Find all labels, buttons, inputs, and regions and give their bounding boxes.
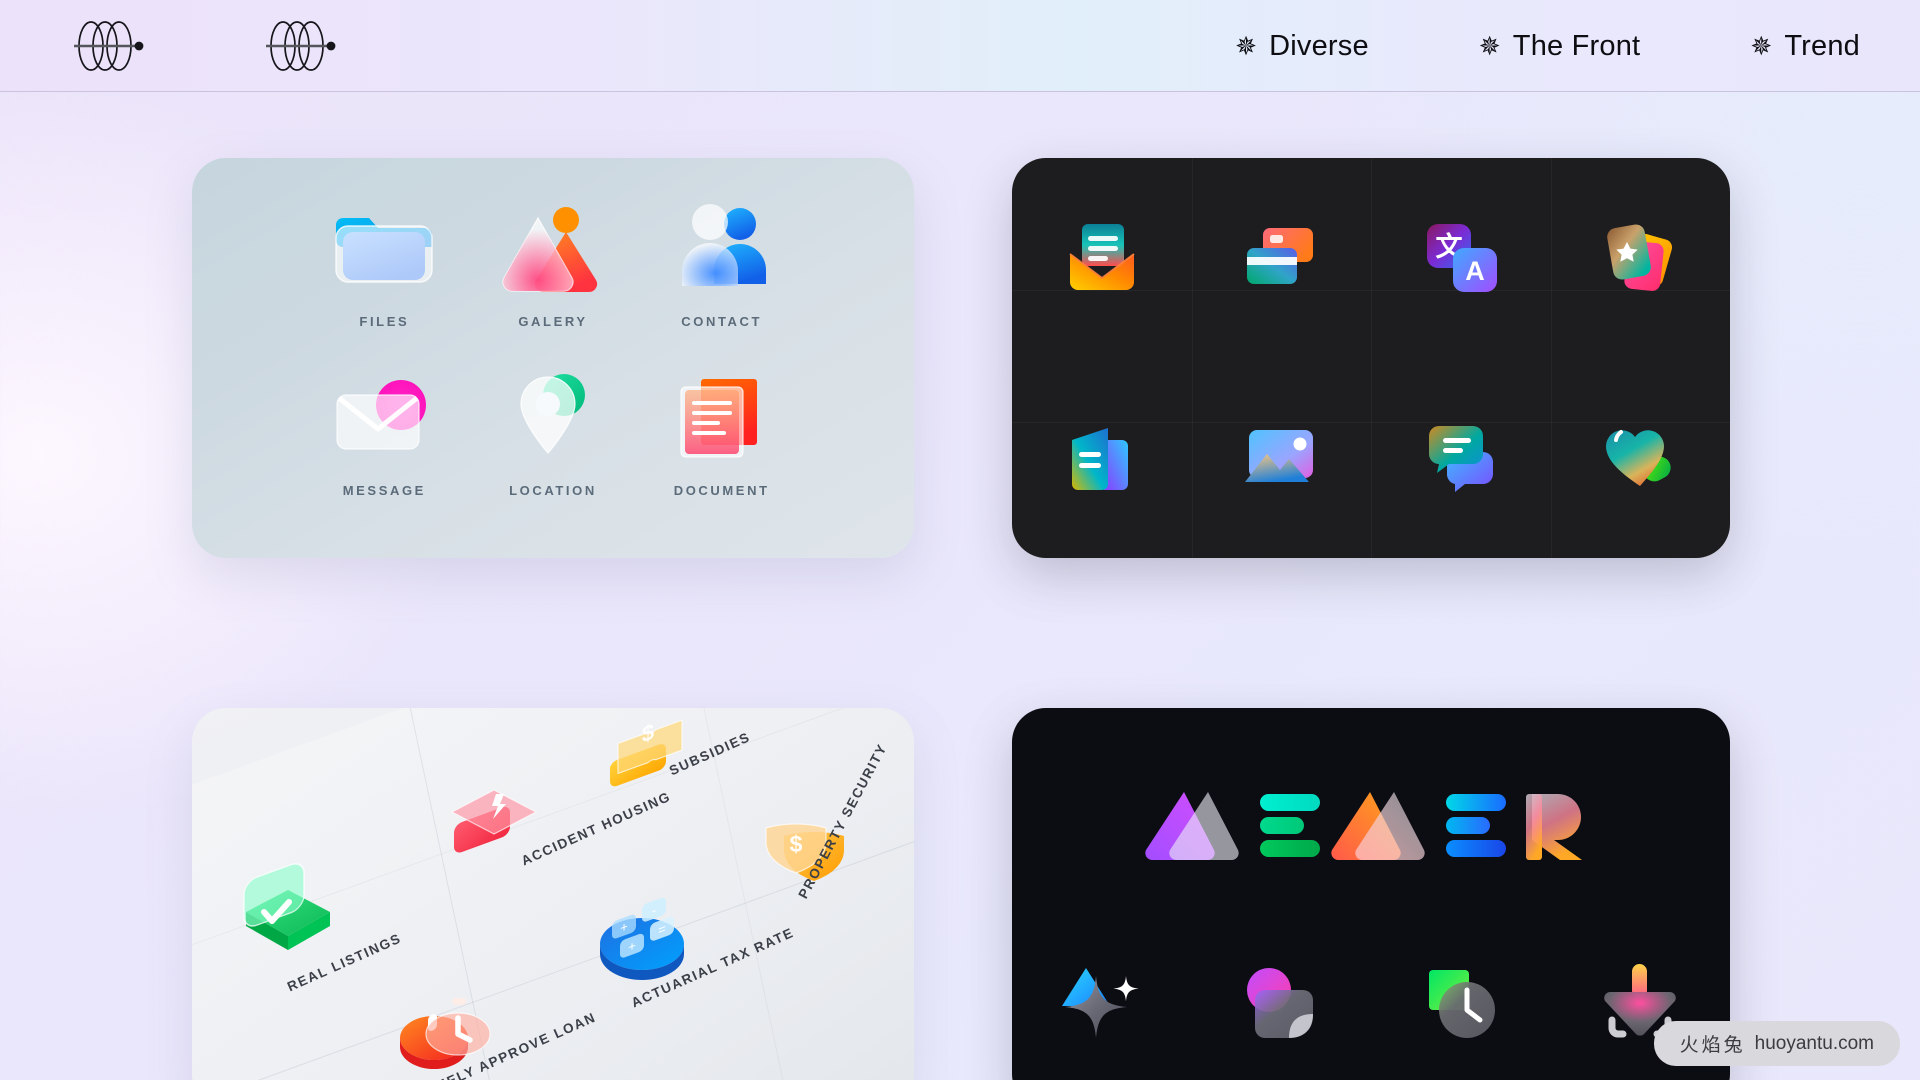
watermark-site: huoyantu.com — [1754, 1032, 1874, 1054]
coil-logo-secondary[interactable] — [252, 16, 344, 76]
icon-tile-chat[interactable] — [1406, 403, 1516, 513]
mail-open-icon — [1058, 214, 1146, 302]
location-icon — [494, 361, 612, 469]
wordmark-letter-a1 — [1145, 792, 1239, 860]
icon-tile-news[interactable] — [1047, 403, 1157, 513]
icon-tile-cards[interactable] — [1226, 203, 1336, 313]
nav-item-trend[interactable]: ✵ Trend — [1750, 30, 1860, 63]
svg-text:+: + — [628, 938, 636, 955]
content-board: FILES GALERY CONTACT MESSAGE LOCATION DO… — [0, 92, 1920, 1080]
gallery-icon — [494, 192, 612, 300]
six-point-star-icon: ✵ — [1750, 31, 1773, 61]
wordmark-letter-a2 — [1331, 792, 1425, 860]
icon-tile-contact[interactable]: CONTACT — [637, 192, 806, 361]
svg-text:A: A — [1465, 256, 1485, 286]
icon-tile-sparkle[interactable] — [1047, 956, 1157, 1052]
icon-label: MESSAGE — [342, 483, 426, 498]
six-point-star-icon: ✵ — [1478, 31, 1501, 61]
svg-text:+: + — [620, 919, 628, 936]
icon-tile-clock-square[interactable] — [1406, 956, 1516, 1052]
svg-text:=: = — [658, 921, 666, 938]
nav-item-label: The Front — [1512, 29, 1641, 62]
icon-label: GALERY — [518, 314, 588, 329]
translate-icon: 文 A — [1417, 214, 1505, 302]
svg-text:$: $ — [642, 718, 655, 748]
icon-label: CONTACT — [681, 314, 763, 329]
chat-bubbles-icon — [1417, 414, 1505, 502]
image-picture-icon — [1237, 414, 1325, 502]
sparkle-star-icon — [1056, 962, 1148, 1046]
heart-icon — [1596, 414, 1684, 502]
light-icon-grid: FILES GALERY CONTACT MESSAGE LOCATION DO… — [192, 158, 914, 558]
main-nav: ✵ Diverse ✵ The Front ✵ Trend — [1235, 0, 1860, 92]
dark-icon-grid-card: 文 A — [1012, 158, 1730, 558]
message-icon — [325, 361, 443, 469]
isometric-scene-card: REAL LISTINGS ACCIDENT HOUSING $ SUBSIDI… — [192, 708, 914, 1080]
icon-tile-files[interactable]: FILES — [300, 192, 469, 361]
coil-logo-primary[interactable] — [60, 16, 152, 76]
brand-wordmark — [1145, 786, 1588, 862]
icon-label: DOCUMENT — [673, 483, 770, 498]
nav-item-label: Trend — [1784, 29, 1860, 62]
nav-item-the-front[interactable]: ✵ The Front — [1479, 30, 1641, 63]
folder-icon — [325, 192, 443, 300]
icon-tile-image[interactable] — [1226, 403, 1336, 513]
clock-square-icon — [1415, 962, 1507, 1046]
svg-text:$: $ — [790, 831, 803, 857]
wordmark-letter-e2 — [1446, 794, 1506, 857]
bookmark-blob-icon — [1235, 962, 1327, 1046]
contact-icon — [663, 192, 781, 300]
icon-label: LOCATION — [509, 483, 597, 498]
iso-node-real-listings[interactable] — [228, 858, 358, 968]
icon-tile-document[interactable]: DOCUMENT — [637, 361, 806, 530]
document-icon — [663, 361, 781, 469]
photo-stack-star-icon — [1596, 214, 1684, 302]
dark-brand-card — [1012, 708, 1730, 1080]
news-document-icon — [1058, 414, 1146, 502]
icon-tile-heart[interactable] — [1585, 403, 1695, 513]
light-icon-set-card: FILES GALERY CONTACT MESSAGE LOCATION DO… — [192, 158, 914, 558]
logo-group — [0, 16, 344, 76]
brand-icon-row — [1012, 956, 1730, 1052]
icon-tile-bookmark-blob[interactable] — [1226, 956, 1336, 1052]
six-point-star-icon: ✵ — [1235, 31, 1258, 61]
site-header: ✵ Diverse ✵ The Front ✵ Trend — [0, 0, 1920, 92]
credit-cards-icon — [1237, 214, 1325, 302]
nav-item-diverse[interactable]: ✵ Diverse — [1235, 30, 1369, 63]
icon-tile-mail[interactable] — [1047, 203, 1157, 313]
svg-text:-: - — [652, 902, 656, 918]
icon-tile-photo-stack[interactable] — [1585, 203, 1695, 313]
icon-tile-translate[interactable]: 文 A — [1406, 203, 1516, 313]
watermark-cn: 火焰兔 — [1679, 1035, 1746, 1056]
icon-tile-galery[interactable]: GALERY — [469, 192, 638, 361]
icon-tile-message[interactable]: MESSAGE — [300, 361, 469, 530]
nav-item-label: Diverse — [1269, 29, 1369, 62]
wordmark-letter-e1 — [1260, 794, 1320, 857]
wordmark-letter-r — [1526, 794, 1582, 860]
dark-icon-grid: 文 A — [1012, 158, 1730, 558]
watermark: 火焰兔 huoyantu.com — [1653, 1021, 1900, 1066]
icon-tile-location[interactable]: LOCATION — [469, 361, 638, 530]
icon-label: FILES — [359, 314, 410, 329]
